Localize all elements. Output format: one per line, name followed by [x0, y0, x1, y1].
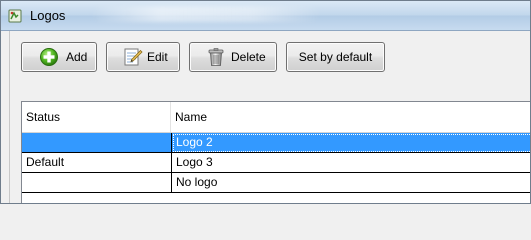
status-cell[interactable]	[22, 133, 172, 153]
delete-button-label: Delete	[231, 50, 266, 64]
table-header: Status Name	[22, 102, 530, 133]
status-cell[interactable]	[22, 173, 172, 193]
app-icon	[8, 9, 22, 23]
column-header-status[interactable]: Status	[22, 102, 171, 132]
column-header-name[interactable]: Name	[171, 102, 530, 132]
edit-button[interactable]: Edit	[106, 42, 180, 72]
delete-button[interactable]: Delete	[189, 42, 277, 72]
title-bar[interactable]: Logos	[1, 1, 530, 31]
dialog-content: Add Edit Delete Set by default Status Na…	[9, 31, 530, 203]
table-row[interactable]: No logo	[22, 173, 530, 193]
name-cell[interactable]: Logo 2	[172, 133, 530, 153]
title-bar-glow	[91, 6, 321, 22]
notepad-pencil-icon	[124, 48, 143, 66]
trash-can-icon	[208, 48, 224, 66]
add-button-label: Add	[66, 50, 88, 64]
add-button[interactable]: Add	[21, 42, 97, 72]
name-cell[interactable]: No logo	[172, 173, 530, 193]
set-by-default-button-label: Set by default	[298, 50, 373, 64]
set-by-default-button[interactable]: Set by default	[286, 42, 385, 72]
status-cell[interactable]: Default	[22, 153, 172, 173]
name-cell[interactable]: Logo 3	[172, 153, 530, 173]
add-icon	[40, 48, 58, 66]
table-row[interactable]: Default Logo 3	[22, 153, 530, 173]
edit-button-label: Edit	[147, 50, 168, 64]
table-row[interactable]: Logo 2	[22, 133, 530, 153]
logos-table: Status Name Logo 2 Default Logo 3 No log…	[21, 101, 530, 203]
logos-window: Logos Add Edit Delete Set by default Sta…	[0, 0, 531, 204]
window-title: Logos	[30, 8, 66, 23]
